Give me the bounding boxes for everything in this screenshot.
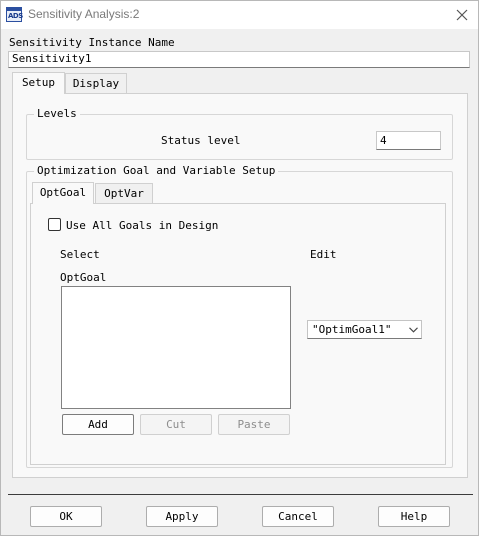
tab-display[interactable]: Display <box>65 73 127 94</box>
footer-separator <box>8 494 473 495</box>
edit-goal-dropdown[interactable]: "OptimGoal1" <box>307 320 422 339</box>
close-button[interactable] <box>449 4 475 26</box>
add-button[interactable]: Add <box>62 414 134 435</box>
dialog-window: ADS Sensitivity Analysis:2 Sensitivity I… <box>0 0 479 536</box>
window-title: Sensitivity Analysis:2 <box>28 7 140 21</box>
status-level-label: Status level <box>161 134 241 147</box>
optgoal-listbox[interactable] <box>61 286 291 409</box>
levels-group: Levels Status level 4 <box>26 107 453 160</box>
tab-optvar[interactable]: OptVar <box>95 183 153 204</box>
edit-goal-value: "OptimGoal1" <box>312 323 392 336</box>
tab-setup[interactable]: Setup <box>12 72 65 94</box>
instance-name-field[interactable]: Sensitivity1 <box>8 51 470 68</box>
opt-setup-group-title: Optimization Goal and Variable Setup <box>34 164 279 177</box>
help-button[interactable]: Help <box>378 506 450 527</box>
ok-button[interactable]: OK <box>30 506 102 527</box>
opt-setup-group: Optimization Goal and Variable Setup Opt… <box>26 164 453 468</box>
apply-button[interactable]: Apply <box>146 506 218 527</box>
status-level-input[interactable]: 4 <box>376 131 441 150</box>
close-icon <box>456 9 468 21</box>
instance-name-label: Sensitivity Instance Name <box>9 36 175 49</box>
edit-label: Edit <box>310 248 337 261</box>
optgoal-panel: Use All Goals in Design Select Edit OptG… <box>30 203 446 465</box>
tab-optgoal[interactable]: OptGoal <box>32 182 94 204</box>
optgoal-list-label: OptGoal <box>60 271 107 284</box>
chevron-down-icon <box>409 327 418 333</box>
paste-button[interactable]: Paste <box>218 414 290 435</box>
setup-panel: Levels Status level 4 Optimization Goal … <box>12 93 468 478</box>
use-all-goals-label: Use All Goals in Design <box>66 219 219 232</box>
app-icon: ADS <box>6 7 23 22</box>
title-bar: ADS Sensitivity Analysis:2 <box>1 1 478 29</box>
cancel-button[interactable]: Cancel <box>262 506 334 527</box>
select-label: Select <box>60 248 100 261</box>
cut-button[interactable]: Cut <box>140 414 212 435</box>
levels-group-title: Levels <box>34 107 80 120</box>
use-all-goals-checkbox[interactable] <box>48 218 61 231</box>
